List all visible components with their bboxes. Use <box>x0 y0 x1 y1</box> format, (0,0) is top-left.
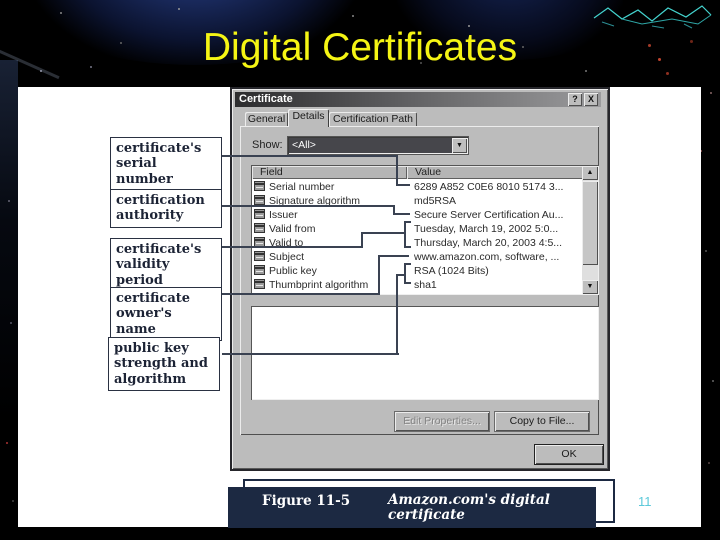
field-name: Public key <box>269 265 317 277</box>
table-row[interactable]: Issuer Secure Server Certification Au... <box>253 208 583 222</box>
details-tab-page: Show: <All> ▼ Field Value Serial number … <box>240 126 599 435</box>
table-row[interactable]: Public key RSA (1024 Bits) <box>253 264 583 278</box>
callout-line <box>378 255 409 257</box>
field-value: md5RSA <box>414 195 457 207</box>
show-dropdown-value: <All> <box>292 139 316 151</box>
callout-line <box>361 232 363 248</box>
field-icon <box>254 209 265 219</box>
table-row[interactable]: Serial number 6289 A852 C0E6 8010 5174 3… <box>253 180 583 194</box>
chevron-down-icon[interactable]: ▼ <box>452 138 467 153</box>
slide-title: Digital Certificates <box>202 26 518 69</box>
field-value: Tuesday, March 19, 2002 5:0... <box>414 223 559 235</box>
callout-line <box>396 184 410 186</box>
label-serial-number: certificate's serial number <box>110 137 222 191</box>
field-icon <box>254 195 265 205</box>
label-public-key-strength: public key strength and algorithm <box>108 337 220 391</box>
engine-sparks <box>0 0 3 3</box>
field-name: Valid from <box>269 223 316 235</box>
dialog-title: Certificate <box>239 93 293 105</box>
callout-line <box>393 213 410 215</box>
left-edge-glow <box>0 60 18 460</box>
table-row[interactable]: Thumbprint algorithm sha1 <box>253 278 583 292</box>
callout-line <box>222 246 363 248</box>
scrollbar-thumb[interactable] <box>582 181 598 265</box>
label-validity-period: certificate's validity period <box>110 238 222 292</box>
vertical-scrollbar[interactable]: ▲ ▼ <box>582 166 598 294</box>
figure-number: Figure 11-5 <box>262 493 351 509</box>
callout-bracket <box>404 221 411 223</box>
callout-bracket <box>404 282 411 284</box>
field-value: sha1 <box>414 279 437 291</box>
ok-button[interactable]: OK <box>535 445 603 464</box>
column-header-field[interactable]: Field <box>252 166 407 179</box>
field-name: Thumbprint algorithm <box>269 279 369 291</box>
callout-bracket <box>404 263 406 284</box>
callout-line <box>396 155 398 186</box>
callout-line <box>222 293 380 295</box>
callout-line <box>378 255 380 295</box>
label-owner-name: certificate owner's name <box>110 287 222 341</box>
callout-line <box>222 353 399 355</box>
certificate-dialog: Certificate ? X General Details Certific… <box>230 87 610 471</box>
field-icon <box>254 181 265 191</box>
callout-bracket <box>404 246 411 248</box>
callout-line <box>396 274 398 355</box>
close-icon[interactable]: X <box>584 93 598 106</box>
page-number: 11 <box>638 494 652 509</box>
callout-line <box>222 155 398 157</box>
scroll-up-icon[interactable]: ▲ <box>582 166 598 180</box>
field-value: Secure Server Certification Au... <box>414 209 564 221</box>
field-icon <box>254 223 265 233</box>
field-icon <box>254 279 265 289</box>
callout-bracket <box>404 221 406 248</box>
field-name: Issuer <box>269 209 298 221</box>
callout-line <box>361 232 405 234</box>
label-certification-authority: certification authority <box>110 189 222 228</box>
tab-certification-path[interactable]: Certification Path <box>329 112 417 127</box>
show-dropdown[interactable]: <All> ▼ <box>288 137 468 154</box>
edit-properties-button[interactable]: Edit Properties... <box>395 412 489 431</box>
table-row[interactable]: Valid from Tuesday, March 19, 2002 5:0..… <box>253 222 583 236</box>
tab-details[interactable]: Details <box>288 109 329 127</box>
callout-line <box>222 205 395 207</box>
scroll-down-icon[interactable]: ▼ <box>582 280 598 294</box>
field-icon <box>254 265 265 275</box>
field-value: www.amazon.com, software, ... <box>414 251 560 263</box>
field-icon <box>254 251 265 261</box>
column-header-value[interactable]: Value <box>407 166 583 179</box>
help-icon[interactable]: ? <box>568 93 582 106</box>
field-value: RSA (1024 Bits) <box>414 265 489 277</box>
tab-general[interactable]: General <box>245 112 288 127</box>
field-name: Serial number <box>269 181 335 193</box>
copy-to-file-button[interactable]: Copy to File... <box>495 412 589 431</box>
certificate-fields-table: Field Value Serial number 6289 A852 C0E6… <box>251 165 599 295</box>
table-row[interactable]: Subject www.amazon.com, software, ... <box>253 250 583 264</box>
field-value: 6289 A852 C0E6 8010 5174 3... <box>414 181 564 193</box>
field-value: Thursday, March 20, 2003 4:5... <box>414 237 563 249</box>
figure-caption: Figure 11-5 Amazon.com's digital certifi… <box>228 487 596 528</box>
show-label: Show: <box>252 139 283 151</box>
field-name: Subject <box>269 251 305 263</box>
callout-bracket <box>404 263 411 265</box>
figure-title: Amazon.com's digital certificate <box>388 492 550 523</box>
dialog-titlebar[interactable]: Certificate <box>235 92 601 107</box>
